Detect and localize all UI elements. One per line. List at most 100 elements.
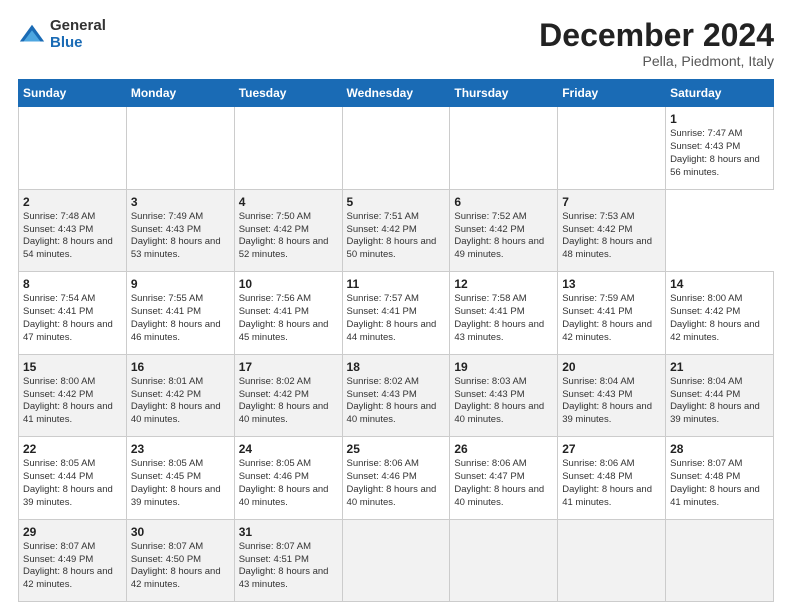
calendar-cell — [450, 107, 558, 189]
calendar-cell: 11Sunrise: 7:57 AMSunset: 4:41 PMDayligh… — [342, 272, 450, 354]
day-number: 30 — [131, 524, 230, 540]
header-cell-sunday: Sunday — [19, 80, 127, 107]
sunset-text: Sunset: 4:45 PM — [131, 471, 201, 482]
daylight-text: Daylight: 8 hours and 52 minutes. — [239, 236, 329, 260]
week-row: 15Sunrise: 8:00 AMSunset: 4:42 PMDayligh… — [19, 354, 774, 436]
daylight-text: Daylight: 8 hours and 45 minutes. — [239, 319, 329, 343]
sunrise-text: Sunrise: 8:05 AM — [239, 458, 311, 469]
sunset-text: Sunset: 4:48 PM — [670, 471, 740, 482]
day-number: 10 — [239, 276, 338, 292]
day-number: 12 — [454, 276, 553, 292]
page: General Blue December 2024 Pella, Piedmo… — [0, 0, 792, 612]
week-row: 22Sunrise: 8:05 AMSunset: 4:44 PMDayligh… — [19, 437, 774, 519]
daylight-text: Daylight: 8 hours and 42 minutes. — [23, 566, 113, 590]
week-row: 1Sunrise: 7:47 AMSunset: 4:43 PMDaylight… — [19, 107, 774, 189]
sunset-text: Sunset: 4:43 PM — [131, 224, 201, 235]
header: General Blue December 2024 Pella, Piedmo… — [18, 18, 774, 69]
sunset-text: Sunset: 4:42 PM — [239, 224, 309, 235]
day-number: 28 — [670, 441, 769, 457]
calendar-cell — [558, 107, 666, 189]
daylight-text: Daylight: 8 hours and 39 minutes. — [670, 401, 760, 425]
calendar-cell: 5Sunrise: 7:51 AMSunset: 4:42 PMDaylight… — [342, 189, 450, 271]
sunset-text: Sunset: 4:41 PM — [562, 306, 632, 317]
sunset-text: Sunset: 4:47 PM — [454, 471, 524, 482]
calendar-cell — [558, 519, 666, 601]
day-number: 24 — [239, 441, 338, 457]
sunset-text: Sunset: 4:41 PM — [239, 306, 309, 317]
sunrise-text: Sunrise: 8:06 AM — [347, 458, 419, 469]
sunset-text: Sunset: 4:41 PM — [23, 306, 93, 317]
calendar-cell: 15Sunrise: 8:00 AMSunset: 4:42 PMDayligh… — [19, 354, 127, 436]
daylight-text: Daylight: 8 hours and 40 minutes. — [131, 401, 221, 425]
daylight-text: Daylight: 8 hours and 41 minutes. — [562, 484, 652, 508]
logo-general-text: General — [50, 18, 106, 35]
daylight-text: Daylight: 8 hours and 49 minutes. — [454, 236, 544, 260]
day-number: 18 — [347, 359, 446, 375]
day-number: 7 — [562, 194, 661, 210]
sunrise-text: Sunrise: 8:02 AM — [347, 376, 419, 387]
week-row: 2Sunrise: 7:48 AMSunset: 4:43 PMDaylight… — [19, 189, 774, 271]
sunset-text: Sunset: 4:43 PM — [23, 224, 93, 235]
daylight-text: Daylight: 8 hours and 43 minutes. — [454, 319, 544, 343]
daylight-text: Daylight: 8 hours and 42 minutes. — [131, 566, 221, 590]
week-row: 8Sunrise: 7:54 AMSunset: 4:41 PMDaylight… — [19, 272, 774, 354]
calendar-cell: 9Sunrise: 7:55 AMSunset: 4:41 PMDaylight… — [126, 272, 234, 354]
header-cell-tuesday: Tuesday — [234, 80, 342, 107]
calendar-cell: 22Sunrise: 8:05 AMSunset: 4:44 PMDayligh… — [19, 437, 127, 519]
sunset-text: Sunset: 4:43 PM — [670, 141, 740, 152]
sunrise-text: Sunrise: 8:00 AM — [670, 293, 742, 304]
day-number: 19 — [454, 359, 553, 375]
day-number: 9 — [131, 276, 230, 292]
sunset-text: Sunset: 4:42 PM — [454, 224, 524, 235]
sunrise-text: Sunrise: 7:55 AM — [131, 293, 203, 304]
calendar-cell: 24Sunrise: 8:05 AMSunset: 4:46 PMDayligh… — [234, 437, 342, 519]
sunrise-text: Sunrise: 8:02 AM — [239, 376, 311, 387]
sunrise-text: Sunrise: 7:47 AM — [670, 128, 742, 139]
sunset-text: Sunset: 4:49 PM — [23, 554, 93, 565]
sunrise-text: Sunrise: 8:07 AM — [670, 458, 742, 469]
sunset-text: Sunset: 4:51 PM — [239, 554, 309, 565]
calendar-cell: 12Sunrise: 7:58 AMSunset: 4:41 PMDayligh… — [450, 272, 558, 354]
sunset-text: Sunset: 4:42 PM — [670, 306, 740, 317]
calendar-cell: 3Sunrise: 7:49 AMSunset: 4:43 PMDaylight… — [126, 189, 234, 271]
daylight-text: Daylight: 8 hours and 43 minutes. — [239, 566, 329, 590]
calendar-table: SundayMondayTuesdayWednesdayThursdayFrid… — [18, 79, 774, 602]
daylight-text: Daylight: 8 hours and 48 minutes. — [562, 236, 652, 260]
day-number: 6 — [454, 194, 553, 210]
sunset-text: Sunset: 4:43 PM — [562, 389, 632, 400]
subtitle: Pella, Piedmont, Italy — [539, 53, 774, 69]
sunset-text: Sunset: 4:42 PM — [562, 224, 632, 235]
calendar-cell: 6Sunrise: 7:52 AMSunset: 4:42 PMDaylight… — [450, 189, 558, 271]
calendar-cell — [450, 519, 558, 601]
calendar-cell: 7Sunrise: 7:53 AMSunset: 4:42 PMDaylight… — [558, 189, 666, 271]
sunset-text: Sunset: 4:42 PM — [347, 224, 417, 235]
sunset-text: Sunset: 4:44 PM — [670, 389, 740, 400]
day-number: 21 — [670, 359, 769, 375]
sunrise-text: Sunrise: 8:07 AM — [23, 541, 95, 552]
day-number: 5 — [347, 194, 446, 210]
daylight-text: Daylight: 8 hours and 40 minutes. — [239, 401, 329, 425]
daylight-text: Daylight: 8 hours and 41 minutes. — [23, 401, 113, 425]
header-cell-saturday: Saturday — [666, 80, 774, 107]
daylight-text: Daylight: 8 hours and 56 minutes. — [670, 154, 760, 178]
sunrise-text: Sunrise: 8:06 AM — [454, 458, 526, 469]
sunrise-text: Sunrise: 8:05 AM — [23, 458, 95, 469]
title-block: December 2024 Pella, Piedmont, Italy — [539, 18, 774, 69]
daylight-text: Daylight: 8 hours and 39 minutes. — [23, 484, 113, 508]
daylight-text: Daylight: 8 hours and 42 minutes. — [562, 319, 652, 343]
logo-blue-text: Blue — [50, 35, 106, 52]
calendar-cell — [342, 107, 450, 189]
sunset-text: Sunset: 4:44 PM — [23, 471, 93, 482]
calendar-cell: 13Sunrise: 7:59 AMSunset: 4:41 PMDayligh… — [558, 272, 666, 354]
sunrise-text: Sunrise: 8:07 AM — [239, 541, 311, 552]
header-cell-thursday: Thursday — [450, 80, 558, 107]
daylight-text: Daylight: 8 hours and 44 minutes. — [347, 319, 437, 343]
day-number: 25 — [347, 441, 446, 457]
day-number: 20 — [562, 359, 661, 375]
sunset-text: Sunset: 4:50 PM — [131, 554, 201, 565]
calendar-cell — [19, 107, 127, 189]
sunset-text: Sunset: 4:46 PM — [239, 471, 309, 482]
logo-icon — [18, 21, 46, 49]
daylight-text: Daylight: 8 hours and 39 minutes. — [562, 401, 652, 425]
calendar-cell: 8Sunrise: 7:54 AMSunset: 4:41 PMDaylight… — [19, 272, 127, 354]
